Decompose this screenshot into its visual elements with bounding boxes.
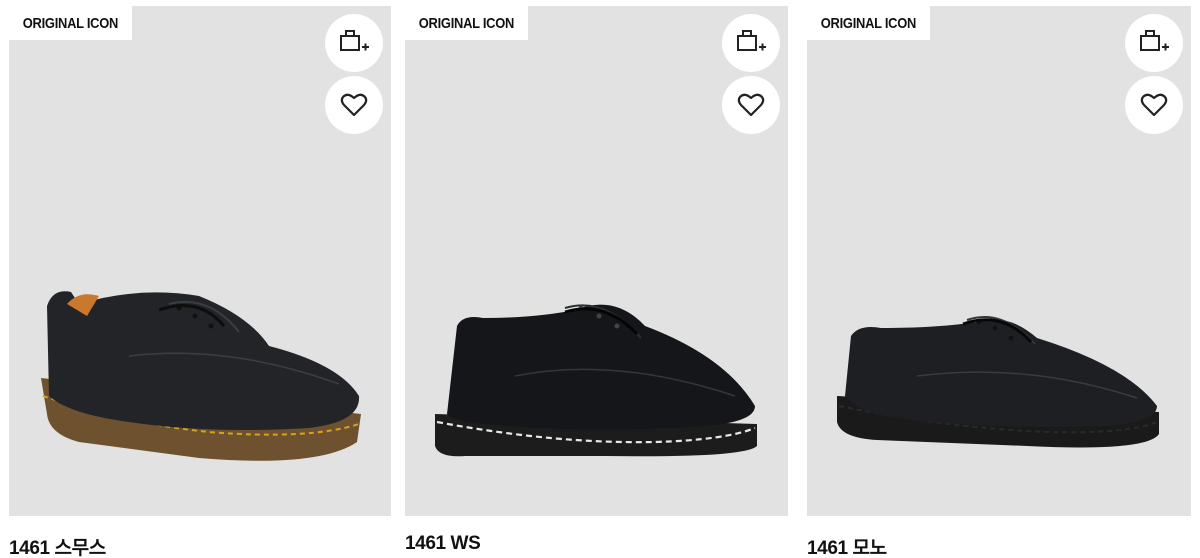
add-to-bag-button[interactable] <box>722 14 780 72</box>
product-image-area[interactable]: ORIGINAL ICON <box>9 6 391 516</box>
add-to-bag-button[interactable] <box>1125 14 1183 72</box>
product-image-area[interactable]: ORIGINAL ICON <box>807 6 1191 516</box>
heart-icon <box>737 93 765 117</box>
product-card[interactable]: ORIGINAL ICON 1461 모노 <box>807 6 1191 558</box>
bag-add-icon <box>340 30 369 51</box>
add-to-wishlist-button[interactable] <box>722 76 780 134</box>
product-name[interactable]: 1461 WS <box>405 533 481 555</box>
bag-add-icon <box>737 30 766 51</box>
product-card[interactable]: ORIGINAL ICON 1461 스무스 <box>9 6 391 558</box>
heart-icon <box>340 93 368 117</box>
heart-icon <box>1140 93 1168 117</box>
product-name[interactable]: 1461 스무스 <box>9 533 106 558</box>
product-image-smooth-shoe <box>41 291 361 461</box>
add-to-wishlist-button[interactable] <box>325 76 383 134</box>
product-badge: ORIGINAL ICON <box>807 6 930 40</box>
product-card[interactable]: ORIGINAL ICON 1461 WS <box>405 6 788 554</box>
product-image-area[interactable]: ORIGINAL ICON <box>405 6 788 516</box>
product-grid: ORIGINAL ICON 1461 스무스 ORIGINAL ICON 146… <box>0 0 1200 558</box>
bag-add-icon <box>1140 30 1169 51</box>
product-name[interactable]: 1461 모노 <box>807 533 887 558</box>
product-badge: ORIGINAL ICON <box>9 6 132 40</box>
product-image-ws-shoe <box>435 304 757 457</box>
add-to-bag-button[interactable] <box>325 14 383 72</box>
product-image-mono-shoe <box>837 316 1159 448</box>
add-to-wishlist-button[interactable] <box>1125 76 1183 134</box>
product-badge: ORIGINAL ICON <box>405 6 528 40</box>
